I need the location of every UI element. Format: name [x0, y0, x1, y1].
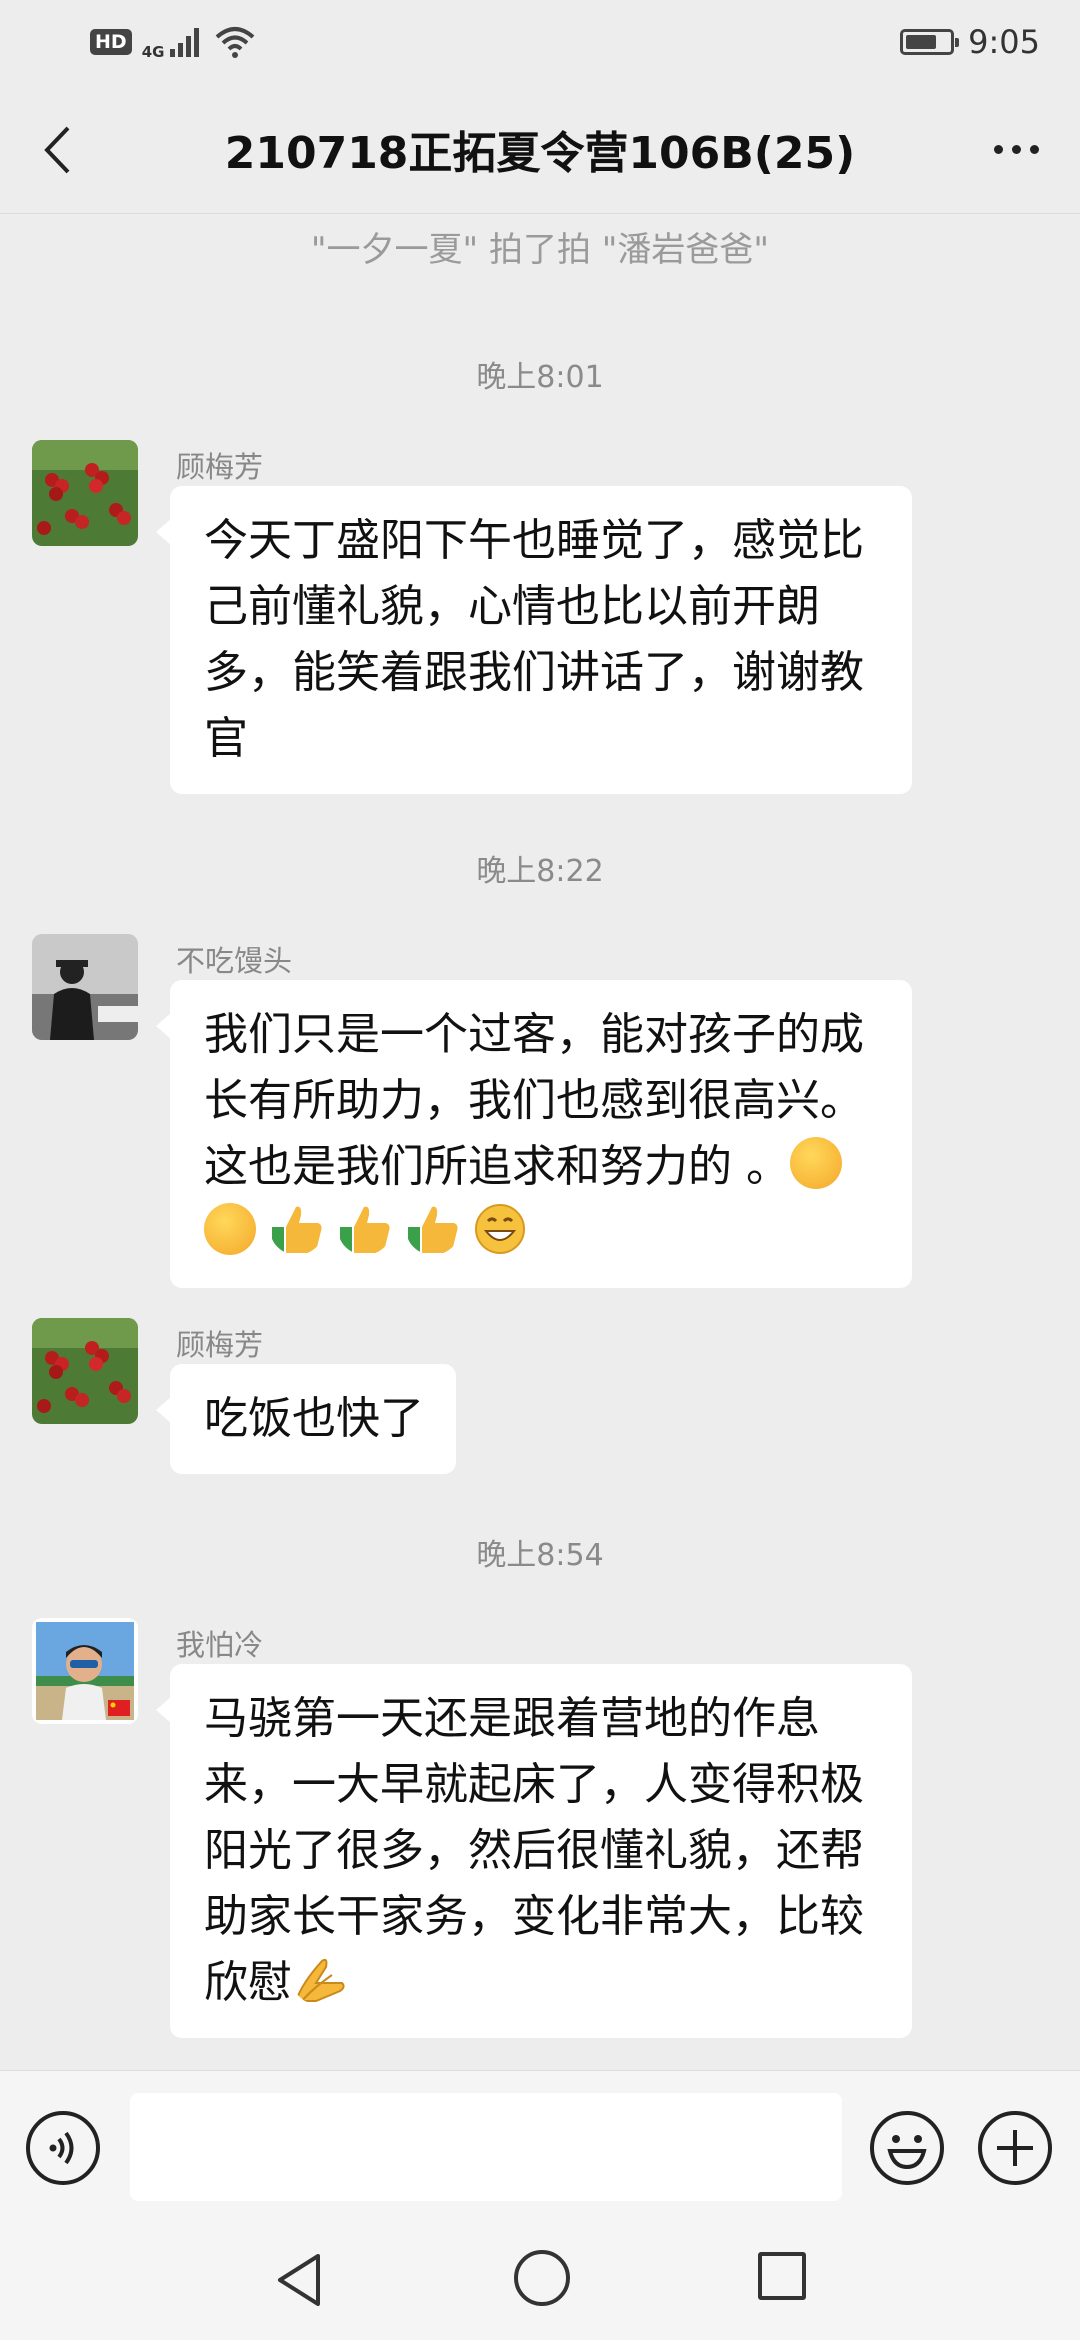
- chat-title: 210718正拓夏令营106B(25): [224, 127, 856, 179]
- grinning-face-icon: [475, 1204, 525, 1254]
- sender-name: 顾梅芳: [176, 1328, 264, 1362]
- nav-back-icon[interactable]: [270, 2250, 330, 2310]
- status-right: 9:05: [900, 23, 1040, 61]
- message-text: 吃饭也快了: [204, 1393, 424, 1444]
- avatar[interactable]: [32, 1618, 138, 1724]
- sender-name: 不吃馒头: [176, 944, 293, 978]
- thinking-face-icon: [204, 1203, 256, 1255]
- nav-recent-apps-icon[interactable]: [758, 2252, 806, 2300]
- more-dot-icon: [1029, 144, 1039, 154]
- chat-header: 210718正拓夏令营106B(25): [0, 84, 1080, 214]
- thumbs-up-icon: [340, 1206, 390, 1253]
- battery-level: [906, 35, 936, 49]
- system-nav-bar: [0, 2220, 1080, 2340]
- more-options-button[interactable]: [986, 124, 1046, 174]
- message-bubble[interactable]: 吃饭也快了: [156, 1364, 456, 1474]
- system-message: "一夕一夏" 拍了拍 "潘岩爸爸": [310, 230, 770, 270]
- chat-area[interactable]: "一夕一夏" 拍了拍 "潘岩爸爸" 晚上8:01 顾梅芳 今天丁盛阳下午也睡觉了…: [0, 214, 1080, 2070]
- thumbs-up-icon: [272, 1206, 322, 1253]
- message-input[interactable]: [130, 2093, 842, 2201]
- message-bubble[interactable]: 我们只是一个过客，能对孩子的成长有所助力，我们也感到很高兴。这也是我们所追求和努…: [156, 980, 912, 1288]
- sender-name: 我怕冷: [176, 1628, 264, 1662]
- silhouette-avatar-image: [32, 934, 138, 1040]
- berries-avatar-image: [32, 1318, 138, 1424]
- thumbs-up-icon: [408, 1206, 458, 1253]
- wifi-icon: [216, 27, 255, 58]
- timestamp: 晚上8:54: [476, 1538, 604, 1573]
- praying-hands-icon: [294, 1958, 345, 2002]
- hd-badge: HD: [90, 29, 132, 55]
- status-left: HD 4G: [90, 23, 256, 61]
- back-button[interactable]: [32, 122, 82, 178]
- message-bubble[interactable]: 今天丁盛阳下午也睡觉了，感觉比己前懂礼貌，心情也比以前开朗多，能笑着跟我们讲话了…: [156, 486, 912, 794]
- avatar[interactable]: [32, 1318, 138, 1424]
- avatar[interactable]: [32, 934, 138, 1040]
- status-time: 9:05: [968, 23, 1040, 61]
- message-bubble[interactable]: 马骁第一天还是跟着营地的作息来，一大早就起床了，人变得积极阳光了很多，然后很懂礼…: [156, 1664, 912, 2038]
- battery-icon: [900, 29, 960, 55]
- thinking-face-icon: [790, 1137, 842, 1189]
- smiley-icon: [887, 2135, 927, 2170]
- sender-name: 顾梅芳: [176, 450, 264, 484]
- timestamp: 晚上8:01: [476, 360, 604, 395]
- input-bar: [0, 2070, 1080, 2220]
- voice-icon: [49, 2131, 74, 2165]
- timestamp: 晚上8:22: [476, 854, 604, 889]
- more-actions-button[interactable]: [978, 2111, 1052, 2185]
- berries-avatar-image: [32, 440, 138, 546]
- nav-home-icon[interactable]: [514, 2250, 570, 2306]
- network-type: 4G: [141, 43, 165, 61]
- beach-avatar-image: [32, 1618, 138, 1724]
- status-bar: HD 4G 9:05: [0, 0, 1080, 84]
- more-dot-icon: [993, 144, 1003, 154]
- chevron-left-icon: [44, 126, 70, 174]
- plus-icon: [997, 2130, 1033, 2166]
- avatar[interactable]: [32, 440, 138, 546]
- message-text: 今天丁盛阳下午也睡觉了，感觉比己前懂礼貌，心情也比以前开朗多，能笑着跟我们讲话了…: [204, 515, 864, 764]
- emoji-button[interactable]: [870, 2111, 944, 2185]
- signal-icon: [170, 28, 200, 57]
- message-text: 我们只是一个过客，能对孩子的成长有所助力，我们也感到很高兴。这也是我们所追求和努…: [204, 1009, 864, 1192]
- more-dot-icon: [1011, 144, 1021, 154]
- voice-button[interactable]: [26, 2111, 100, 2185]
